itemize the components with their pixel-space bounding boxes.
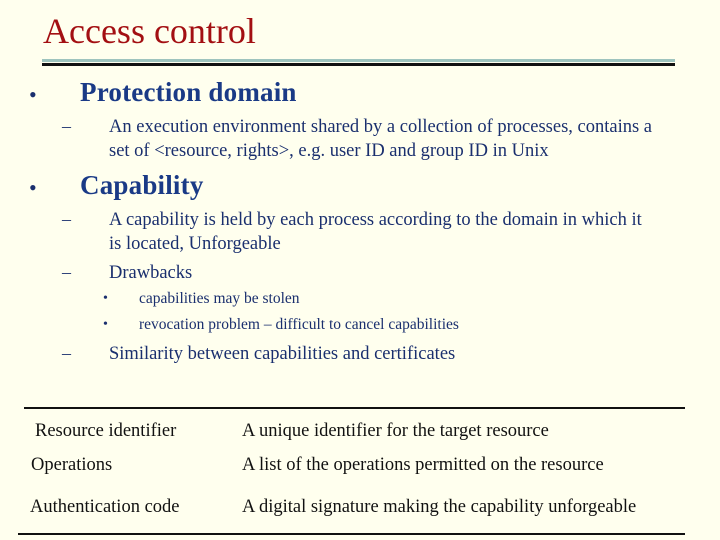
dash-icon: – — [62, 262, 71, 282]
similarity-item: Similarity between capabilities and cert… — [109, 344, 456, 364]
protection-domain-desc-line1: An execution environment shared by a col… — [109, 117, 653, 137]
drawback-revocation: revocation problem – difficult to cancel… — [139, 316, 459, 333]
capability-desc-line2: is located, Unforgeable — [109, 234, 281, 254]
protection-domain-desc-line2: set of <resource, rights>, e.g. user ID … — [109, 141, 549, 161]
heading-protection-domain: Protection domain — [80, 77, 297, 107]
table-cell-field: Operations — [31, 455, 113, 475]
heading-capability: Capability — [80, 170, 204, 200]
table-cell-description: A digital signature making the capabilit… — [242, 497, 637, 517]
capability-desc-line1: A capability is held by each process acc… — [109, 210, 642, 230]
drawback-stolen: capabilities may be stolen — [139, 290, 300, 307]
sub-bullet-icon: • — [103, 291, 108, 306]
table-top-rule — [24, 407, 685, 409]
table-bottom-rule — [18, 533, 685, 535]
table-cell-description: A unique identifier for the target resou… — [242, 421, 549, 441]
table-cell-field: Resource identifier — [35, 421, 177, 441]
title-rule — [42, 63, 675, 66]
drawbacks-label: Drawbacks — [109, 263, 193, 283]
dash-icon: – — [62, 209, 71, 229]
dash-icon: – — [62, 116, 71, 136]
dash-icon: – — [62, 343, 71, 363]
slide-title: Access control — [43, 11, 256, 51]
sub-bullet-icon: • — [103, 317, 108, 332]
title-rule-accent — [42, 59, 675, 62]
bullet-icon: • — [29, 82, 37, 107]
bullet-icon: • — [29, 175, 37, 200]
table-cell-description: A list of the operations permitted on th… — [242, 455, 604, 475]
table-cell-field: Authentication code — [30, 497, 180, 517]
